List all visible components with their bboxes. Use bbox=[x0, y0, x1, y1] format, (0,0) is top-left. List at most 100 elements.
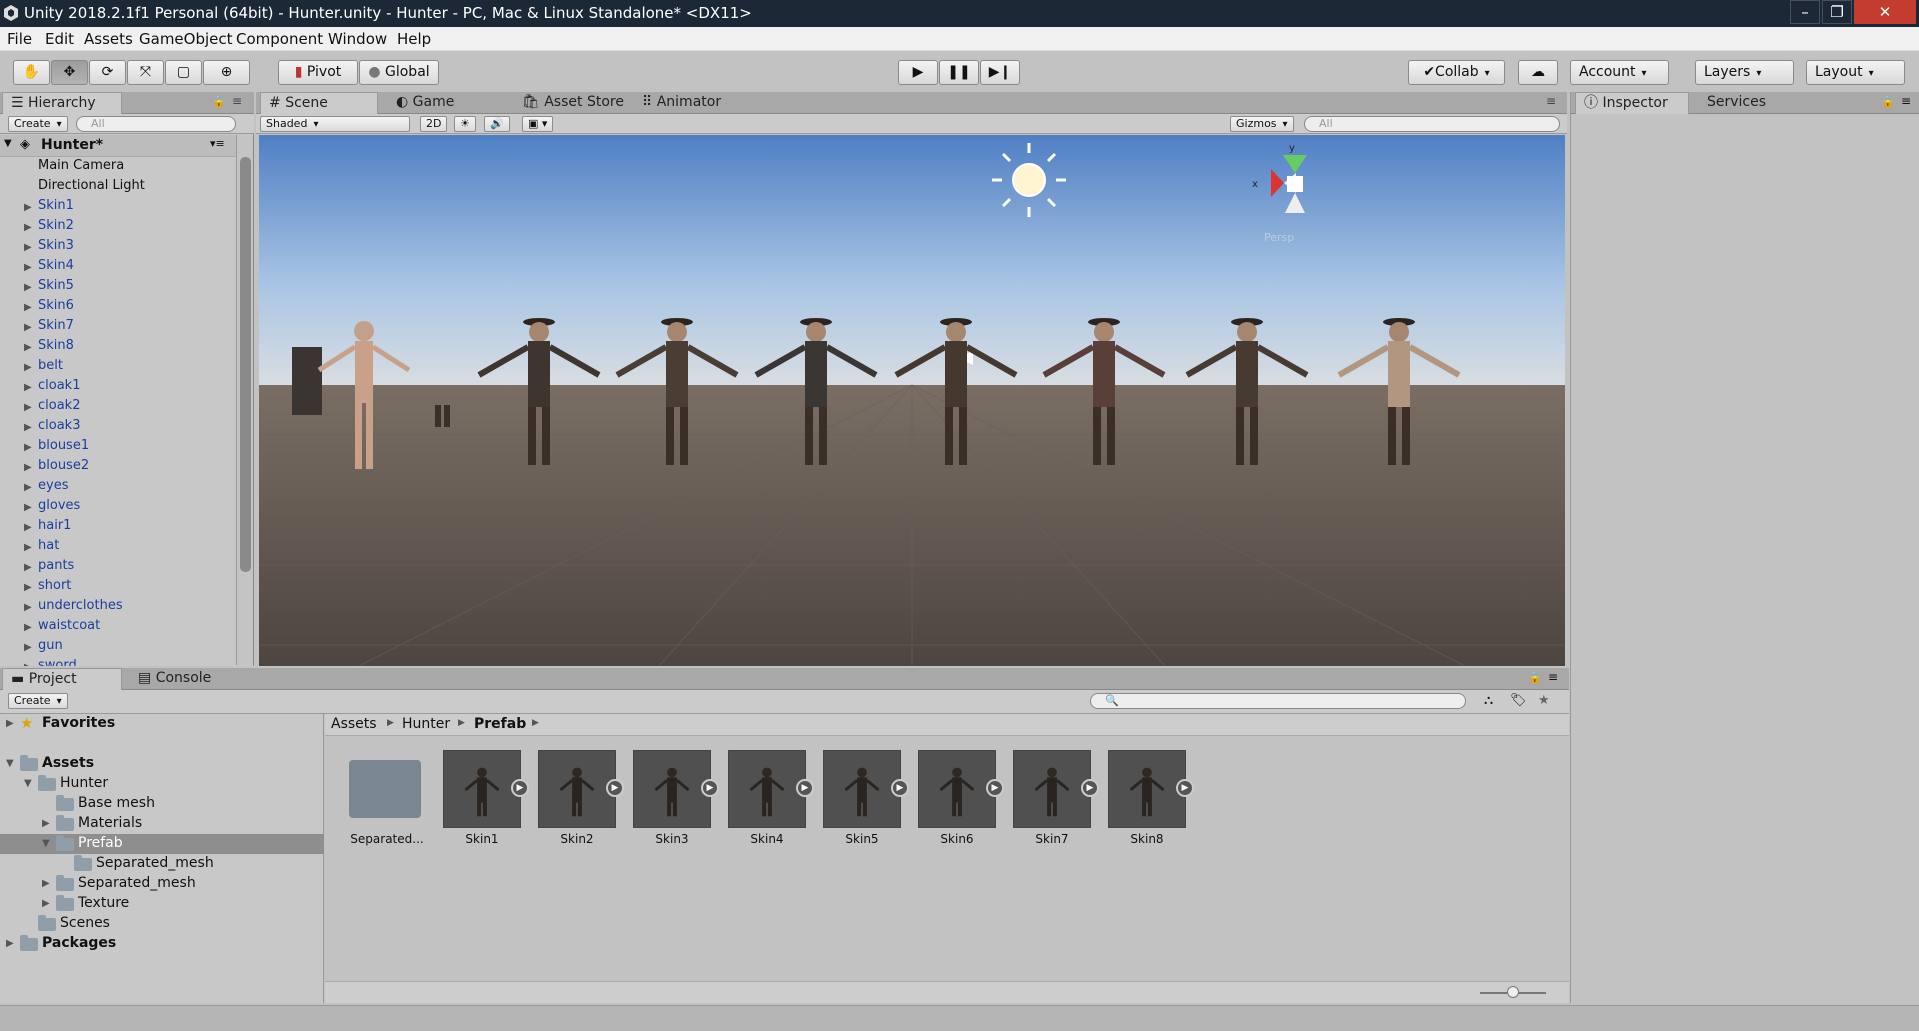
favorite-star-icon[interactable]: ★ bbox=[1538, 693, 1550, 708]
layers-dropdown[interactable]: Layers bbox=[1695, 60, 1794, 85]
expand-arrow-icon[interactable]: ▶ bbox=[24, 342, 32, 353]
menu-assets[interactable]: Assets bbox=[84, 30, 133, 48]
tab-hierarchy[interactable]: ☰ Hierarchy bbox=[2, 92, 122, 114]
hierarchy-create-button[interactable]: Create bbox=[8, 116, 68, 132]
expand-arrow-icon[interactable]: ▶ bbox=[24, 482, 32, 493]
panel-menu-icon[interactable]: ≡ bbox=[232, 94, 242, 108]
toggle-2d-button[interactable]: 2D bbox=[420, 116, 448, 132]
breadcrumb-assets[interactable]: Assets bbox=[331, 716, 377, 732]
expand-arrow-icon[interactable]: ▶ bbox=[24, 402, 32, 413]
lock-icon[interactable]: 🔒 bbox=[212, 95, 226, 108]
hierarchy-item[interactable]: ▶ Skin1 bbox=[0, 198, 236, 218]
expand-arrow-icon[interactable]: ▶ bbox=[24, 362, 32, 373]
cloud-button[interactable]: ☁ bbox=[1518, 60, 1558, 85]
project-menu-icon[interactable]: ≡ bbox=[1548, 670, 1558, 684]
expand-prefab-icon[interactable]: ▶ bbox=[986, 779, 1004, 797]
hierarchy-item[interactable]: ▶ blouse2 bbox=[0, 458, 236, 478]
menu-gameobject[interactable]: GameObject bbox=[139, 30, 233, 48]
expand-prefab-icon[interactable]: ▶ bbox=[701, 779, 719, 797]
maximize-button[interactable]: ❐ bbox=[1822, 0, 1852, 24]
hierarchy-item[interactable]: Main Camera bbox=[0, 158, 236, 178]
filter-by-label-icon[interactable]: 🏷 bbox=[1510, 693, 1527, 708]
expand-arrow-icon[interactable]: ▶ bbox=[24, 242, 32, 253]
project-lock-icon[interactable]: 🔒 bbox=[1528, 671, 1542, 684]
folder-tree-item[interactable]: Scenes bbox=[0, 914, 324, 934]
hierarchy-item[interactable]: ▶ Skin5 bbox=[0, 278, 236, 298]
menu-window[interactable]: Window bbox=[328, 30, 387, 48]
thumbnail-size-slider-thumb[interactable] bbox=[1507, 986, 1519, 998]
scene-menu-icon[interactable]: ▾≡ bbox=[210, 137, 225, 150]
expand-arrow-icon[interactable]: ▶ bbox=[24, 602, 32, 613]
hierarchy-item[interactable]: ▶ Skin4 bbox=[0, 258, 236, 278]
menu-component[interactable]: Component bbox=[236, 30, 323, 48]
expand-arrow-icon[interactable]: ▶ bbox=[6, 938, 14, 949]
folder-tree-item[interactable]: ▼ Assets bbox=[0, 754, 324, 774]
expand-arrow-icon[interactable]: ▶ bbox=[42, 878, 50, 889]
expand-arrow-icon[interactable]: ▼ bbox=[6, 758, 14, 769]
expand-arrow-icon[interactable]: ▶ bbox=[42, 898, 50, 909]
expand-prefab-icon[interactable]: ▶ bbox=[891, 779, 909, 797]
hierarchy-item[interactable]: ▶ cloak3 bbox=[0, 418, 236, 438]
tab-animator[interactable]: ⠿ Animator bbox=[634, 92, 754, 114]
step-button[interactable]: ▶❙ bbox=[980, 60, 1020, 85]
tab-project[interactable]: ▬ Project bbox=[2, 668, 122, 690]
scene-panel-menu-icon[interactable]: ≡ bbox=[1546, 94, 1556, 108]
inspector-menu-icon[interactable]: ≡ bbox=[1901, 94, 1911, 108]
hierarchy-item[interactable]: Directional Light bbox=[0, 178, 236, 198]
expand-arrow-icon[interactable]: ▶ bbox=[24, 502, 32, 513]
tab-inspector[interactable]: ⓘ Inspector bbox=[1575, 92, 1689, 114]
hierarchy-item[interactable]: ▶ belt bbox=[0, 358, 236, 378]
hand-tool-button[interactable]: ✋ bbox=[13, 60, 50, 85]
hierarchy-item[interactable]: ▶ gun bbox=[0, 638, 236, 658]
rotate-tool-button[interactable]: ⟳ bbox=[89, 60, 126, 85]
menu-help[interactable]: Help bbox=[397, 30, 431, 48]
play-button[interactable]: ▶ bbox=[898, 60, 938, 85]
hierarchy-item[interactable]: ▶ short bbox=[0, 578, 236, 598]
rect-tool-button[interactable]: ▢ bbox=[165, 60, 202, 85]
hierarchy-item[interactable]: ▶ hat bbox=[0, 538, 236, 558]
hierarchy-item[interactable]: ▶ pants bbox=[0, 558, 236, 578]
global-toggle[interactable]: ● Global bbox=[359, 60, 439, 85]
hierarchy-item[interactable]: ▶ underclothes bbox=[0, 598, 236, 618]
hierarchy-scrollbar[interactable] bbox=[236, 135, 253, 665]
hierarchy-search-input[interactable]: All bbox=[76, 116, 236, 132]
expand-arrow-icon[interactable]: ▶ bbox=[24, 642, 32, 653]
hierarchy-scene-row[interactable]: ▼ ◈ Hunter* ▾≡ bbox=[0, 135, 236, 157]
transform-tool-button[interactable]: ⊕ bbox=[203, 60, 250, 85]
folder-tree-item[interactable]: ▶ Texture bbox=[0, 894, 324, 914]
effects-dropdown[interactable]: ▣ ▾ bbox=[522, 116, 554, 132]
pause-button[interactable]: ❚❚ bbox=[939, 60, 979, 85]
folder-tree-item[interactable]: Base mesh bbox=[0, 794, 324, 814]
breadcrumb-hunter[interactable]: Hunter bbox=[402, 716, 450, 732]
hierarchy-item[interactable]: ▶ sword bbox=[0, 658, 236, 666]
expand-arrow-icon[interactable]: ▶ bbox=[42, 818, 50, 829]
expand-arrow-icon[interactable]: ▶ bbox=[24, 422, 32, 433]
close-button[interactable]: ✕ bbox=[1854, 0, 1916, 24]
folder-tree-item[interactable]: ▶ Materials bbox=[0, 814, 324, 834]
menu-file[interactable]: File bbox=[7, 30, 32, 48]
expand-arrow-icon[interactable]: ▶ bbox=[24, 522, 32, 533]
collab-dropdown[interactable]: ✔Collab bbox=[1408, 60, 1505, 85]
hierarchy-item[interactable]: ▶ gloves bbox=[0, 498, 236, 518]
scene-render[interactable]: x y Persp bbox=[259, 135, 1565, 666]
expand-arrow-icon[interactable]: ▶ bbox=[24, 442, 32, 453]
expand-arrow-icon[interactable]: ▶ bbox=[24, 282, 32, 293]
tab-game[interactable]: ◐ Game bbox=[388, 92, 478, 114]
layout-dropdown[interactable]: Layout bbox=[1806, 60, 1905, 85]
folder-tree-item[interactable]: ▶ Packages bbox=[0, 934, 324, 954]
scene-search-input[interactable]: All bbox=[1304, 116, 1560, 132]
folder-tree-item[interactable]: Separated_mesh bbox=[0, 854, 324, 874]
expand-prefab-icon[interactable]: ▶ bbox=[796, 779, 814, 797]
expand-arrow-icon[interactable]: ▶ bbox=[24, 582, 32, 593]
project-create-button[interactable]: Create bbox=[8, 693, 68, 709]
breadcrumb-prefab[interactable]: Prefab bbox=[474, 716, 526, 732]
menu-edit[interactable]: Edit bbox=[45, 30, 74, 48]
expand-arrow-icon[interactable]: ▶ bbox=[24, 562, 32, 573]
tab-console[interactable]: ▤ Console bbox=[130, 668, 230, 690]
hierarchy-item[interactable]: ▶ hair1 bbox=[0, 518, 236, 538]
minimize-button[interactable]: – bbox=[1790, 0, 1820, 24]
hierarchy-item[interactable]: ▶ cloak2 bbox=[0, 398, 236, 418]
persp-label[interactable]: Persp bbox=[1264, 231, 1294, 244]
expand-arrow-icon[interactable]: ▶ bbox=[24, 322, 32, 333]
hierarchy-item[interactable]: ▶ Skin2 bbox=[0, 218, 236, 238]
